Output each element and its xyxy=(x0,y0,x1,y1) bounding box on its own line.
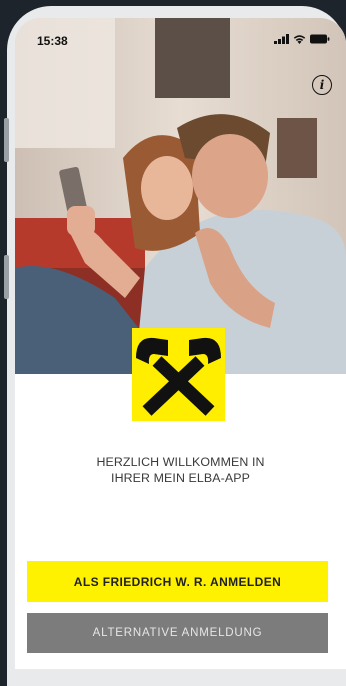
status-icons xyxy=(274,34,330,44)
wifi-icon xyxy=(293,35,306,44)
hero-photo xyxy=(15,18,346,374)
alternative-login-button[interactable]: ALTERNATIVE ANMELDUNG xyxy=(27,613,328,653)
raiffeisen-logo xyxy=(132,328,225,421)
signal-icon xyxy=(274,34,289,44)
battery-icon xyxy=(310,34,330,44)
welcome-message: HERZLICH WILLKOMMEN IN IHRER MEIN ELBA-A… xyxy=(15,454,346,486)
welcome-line-2: IHRER MEIN ELBA-APP xyxy=(111,471,250,485)
volume-down-button xyxy=(4,255,9,299)
info-icon[interactable]: i xyxy=(312,75,332,95)
volume-up-button xyxy=(4,118,9,162)
status-time: 15:38 xyxy=(37,34,68,48)
info-icon-glyph: i xyxy=(319,78,325,92)
welcome-line-1: HERZLICH WILLKOMMEN IN xyxy=(96,455,265,469)
login-as-user-button[interactable]: ALS FRIEDRICH W. R. ANMELDEN xyxy=(27,561,328,602)
gable-cross-icon xyxy=(136,337,221,416)
app-screen: 15:38 i HERZLICH WILLKOMMEN IN IHRER MEI… xyxy=(15,18,346,669)
